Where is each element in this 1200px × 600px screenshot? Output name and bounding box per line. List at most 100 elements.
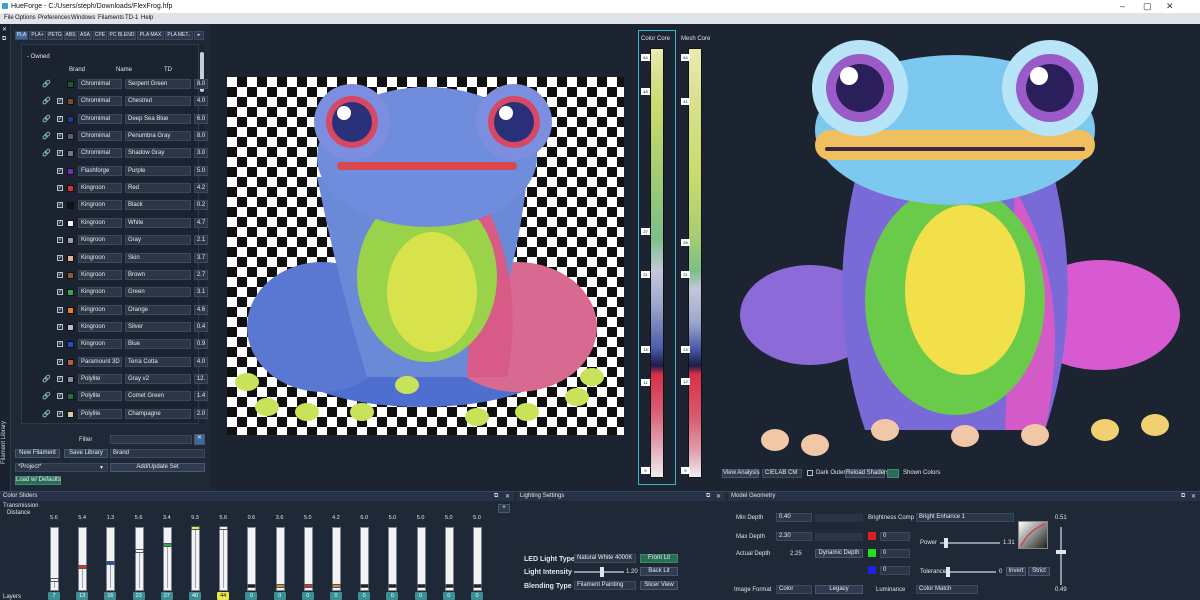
filament-td[interactable]: 1.4	[194, 391, 208, 402]
filament-checkbox[interactable]: ✓	[57, 254, 63, 261]
model-float-icon[interactable]: ⧉	[1181, 493, 1185, 500]
column-td[interactable]: TD	[164, 67, 172, 73]
project-select[interactable]: *Project*	[15, 463, 108, 472]
slider-layer-value[interactable]: 23	[132, 592, 145, 600]
tab-pla-met[interactable]: PLA MET..	[165, 31, 193, 40]
power-track[interactable]	[940, 542, 1000, 544]
filament-row[interactable]: 🔗 Chromimal Serpent Green 8.0	[31, 77, 208, 92]
link-icon[interactable]: 🔗	[42, 97, 51, 105]
filament-checkbox[interactable]: ✓	[57, 219, 63, 226]
color-slider[interactable]	[162, 527, 172, 591]
filament-checkbox[interactable]: ✓	[57, 237, 63, 244]
color-core-marker[interactable]: 5	[641, 467, 650, 474]
filter-input[interactable]	[110, 435, 192, 444]
owned-group-label[interactable]: - Owned	[27, 54, 50, 60]
rendered-model-preview[interactable]	[715, 30, 1198, 460]
filament-td[interactable]: 4.7	[194, 217, 208, 228]
project-dropdown-icon[interactable]: ▾	[100, 464, 103, 471]
color-core-marker[interactable]: 64	[641, 54, 650, 61]
blending-type-select[interactable]: Filament Painting	[574, 581, 636, 590]
slider-knob[interactable]	[332, 584, 341, 588]
slider-layer-value[interactable]: 44	[217, 592, 230, 600]
filament-checkbox[interactable]: ✓	[57, 271, 63, 278]
filament-row[interactable]: 🔗 ✓ Polylite Comet Green 1.4	[31, 389, 208, 404]
green-value-input[interactable]: 0	[880, 549, 910, 558]
filament-checkbox[interactable]: ✓	[57, 98, 63, 105]
filament-td[interactable]: 0.9	[194, 339, 208, 350]
max-depth-bar[interactable]	[815, 533, 863, 541]
filament-checkbox[interactable]: ✓	[57, 306, 63, 313]
filament-td[interactable]: 2.1	[194, 235, 208, 246]
filament-checkbox[interactable]: ✓	[57, 393, 63, 400]
tab-scroll-right-icon[interactable]: ▸	[194, 31, 204, 40]
color-space-select[interactable]: CIELAB CM	[762, 469, 802, 478]
color-core-marker[interactable]: 14	[641, 346, 650, 353]
slider-knob[interactable]	[275, 584, 285, 588]
filament-td[interactable]: 2.0	[194, 408, 208, 419]
color-sliders-float-icon[interactable]: ⧉	[494, 493, 498, 500]
filament-td[interactable]: 0.2	[194, 200, 208, 211]
heightmap-preview[interactable]	[227, 77, 624, 435]
clear-filter-icon[interactable]: ✕	[194, 434, 205, 445]
filament-checkbox[interactable]: ✓	[57, 185, 63, 192]
add-update-set-button[interactable]: Add/Update Set	[110, 463, 205, 472]
tab-petg[interactable]: PETG	[47, 31, 63, 40]
tolerance-knob[interactable]	[946, 567, 950, 577]
color-slider[interactable]	[219, 526, 229, 591]
slider-top-value[interactable]: 4.2	[330, 514, 342, 522]
color-slider[interactable]	[303, 527, 313, 591]
filament-checkbox[interactable]: ✓	[57, 358, 63, 365]
min-depth-bar[interactable]	[815, 514, 863, 522]
filament-row[interactable]: ✓ Kingroon Orange 4.6	[31, 303, 208, 318]
dynamic-depth-button[interactable]: Dynamic Depth	[815, 549, 863, 558]
column-brand[interactable]: Brand	[69, 67, 85, 73]
slider-layer-value[interactable]: 7	[48, 592, 60, 600]
color-slider[interactable]	[388, 527, 398, 591]
filament-row[interactable]: ✓ Kingroon Green 3.1	[31, 285, 208, 300]
tab-pla-max[interactable]: PLA MAX	[137, 31, 164, 40]
invert-button[interactable]: Invert	[1006, 567, 1026, 576]
mesh-core-marker[interactable]: 26	[681, 239, 690, 246]
menu-preferences[interactable]: Preferences	[38, 15, 70, 21]
filament-checkbox[interactable]: ✓	[57, 167, 63, 174]
slider-top-value[interactable]: 3.6	[274, 514, 286, 522]
filament-row[interactable]: ✓ Flashforge Purple 5.0	[31, 164, 208, 179]
filament-row[interactable]: ✓ Kingroon Silver 0.4	[31, 320, 208, 335]
filament-checkbox[interactable]: ✓	[57, 375, 63, 382]
color-slider[interactable]	[106, 527, 116, 591]
slider-top-value[interactable]: 5.0	[302, 514, 314, 522]
reload-shaders-button[interactable]: Reload Shaders	[845, 469, 889, 478]
filament-td[interactable]: 3.1	[194, 287, 208, 298]
slider-top-value[interactable]: 5.4	[76, 514, 88, 522]
add-slider-button[interactable]: +	[498, 504, 510, 513]
view-analysis-button[interactable]: View Analysis	[722, 469, 760, 478]
slider-top-value[interactable]: 0.6	[245, 514, 257, 522]
link-icon[interactable]: 🔗	[42, 132, 51, 140]
filament-td[interactable]: 2.7	[194, 269, 208, 280]
color-sliders-close-icon[interactable]: ✕	[505, 493, 510, 500]
filament-td[interactable]: 4.6	[194, 304, 208, 315]
tab-asa[interactable]: ASA	[78, 31, 92, 40]
filament-td[interactable]: 3.0	[194, 148, 208, 159]
slider-top-value[interactable]: 5.0	[415, 514, 427, 522]
slider-top-value[interactable]: 5.0	[386, 514, 398, 522]
red-value-input[interactable]: 0	[880, 532, 910, 541]
slider-layer-value[interactable]: 0	[245, 592, 258, 600]
slider-layer-value[interactable]: 0	[330, 592, 342, 600]
slider-knob[interactable]	[162, 543, 172, 548]
color-slider[interactable]	[78, 527, 88, 591]
dock-close-icon[interactable]: ✕	[2, 26, 7, 33]
mesh-core-marker[interactable]: 13	[681, 346, 690, 353]
menu-options[interactable]: Options	[15, 15, 36, 21]
color-core-marker[interactable]: 27	[641, 228, 650, 235]
slider-knob[interactable]	[444, 584, 454, 588]
slider-layer-value[interactable]: 0	[386, 592, 399, 600]
led-type-select[interactable]: Natural White 4000K	[574, 554, 636, 563]
color-core-strip[interactable]	[650, 48, 664, 478]
dark-outer-checkbox[interactable]	[807, 470, 813, 476]
slider-knob[interactable]	[416, 584, 426, 588]
model-close-icon[interactable]: ✕	[1191, 493, 1196, 500]
slider-top-value[interactable]: 5.6	[133, 514, 145, 522]
color-slider[interactable]	[360, 527, 370, 591]
min-depth-input[interactable]: 0.40	[776, 513, 812, 522]
